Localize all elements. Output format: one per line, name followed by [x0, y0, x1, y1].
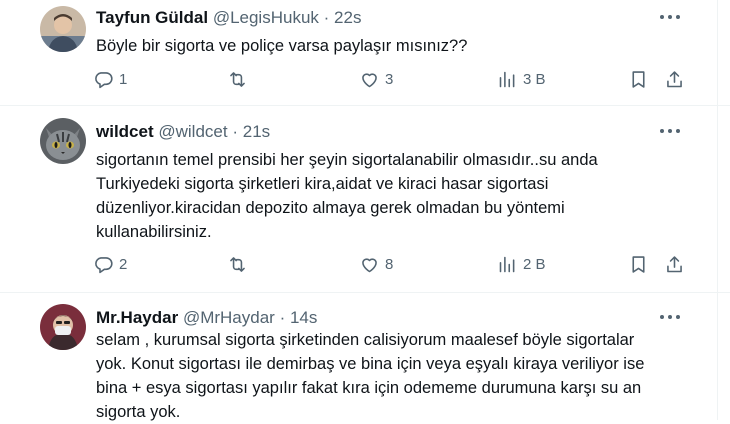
views-icon — [499, 256, 515, 273]
text-line: selam , kurumsal sigorta şirketinden cal… — [96, 331, 635, 349]
more-icon[interactable] — [660, 129, 682, 135]
share-icon — [667, 71, 682, 88]
reply-button[interactable]: 2 — [93, 254, 127, 275]
text-line: yok. Konut sigortası ile demirbaş ve bin… — [96, 355, 645, 373]
views-button[interactable]: 2 B — [497, 254, 546, 275]
retweet-icon — [230, 72, 245, 87]
share-icon — [667, 256, 682, 273]
like-button[interactable]: 3 — [359, 69, 393, 90]
avatar[interactable] — [40, 118, 86, 164]
views-count: 2 B — [523, 256, 546, 273]
bookmark-button[interactable] — [628, 69, 649, 90]
user-handle[interactable]: @MrHaydar — [183, 308, 275, 327]
retweet-button[interactable] — [227, 69, 253, 90]
more-icon[interactable] — [660, 15, 682, 21]
tweet-header: wildcet @wildcet · 21s — [96, 122, 270, 142]
tweet-header: Mr.Haydar @MrHaydar · 14s — [96, 308, 317, 328]
separator-dot: · — [232, 122, 238, 141]
text-line: sigortanın temel prensibi her şeyin sigo… — [96, 151, 598, 169]
views-icon — [499, 71, 515, 88]
avatar[interactable] — [40, 304, 86, 350]
tweet-text: Böyle bir sigorta ve poliçe varsa paylaş… — [96, 37, 468, 55]
tweet[interactable]: Mr.Haydar @MrHaydar · 14s selam , kurums… — [0, 293, 730, 421]
tweet-header: Tayfun Güldal @LegisHukuk · 22s — [96, 8, 361, 28]
text-line: kullanabilirsiniz. — [96, 223, 212, 241]
reply-count: 2 — [119, 256, 128, 273]
text-line: düzenliyor.kiracidan depozito almaya ger… — [96, 199, 565, 217]
tweet[interactable]: wildcet @wildcet · 21s sigortanın temel … — [0, 106, 730, 292]
text-line: sigorta yok. — [96, 403, 181, 421]
tweet-text: sigortanın temel prensibi her şeyin sigo… — [96, 148, 706, 244]
reply-icon — [95, 257, 113, 274]
timestamp[interactable]: 14s — [290, 308, 317, 327]
like-button[interactable]: 8 — [359, 254, 393, 275]
display-name[interactable]: wildcet — [96, 122, 154, 141]
separator-dot: · — [279, 308, 286, 327]
tweet-actions: 2 8 2 B — [93, 254, 693, 278]
tweet-actions: 1 3 3 B — [93, 69, 693, 93]
retweet-icon — [230, 257, 245, 272]
tweet-text: selam , kurumsal sigorta şirketinden cal… — [96, 328, 706, 424]
views-button[interactable]: 3 B — [497, 69, 546, 90]
tweet[interactable]: Tayfun Güldal @LegisHukuk · 22s Böyle bi… — [0, 0, 730, 105]
user-handle[interactable]: @LegisHukuk — [213, 8, 319, 27]
share-button[interactable] — [664, 254, 685, 275]
views-count: 3 B — [523, 71, 546, 88]
text-line: bina + esya sigortası yapılır fakat kıra… — [96, 379, 642, 397]
avatar[interactable] — [40, 6, 86, 52]
reply-thread: Tayfun Güldal @LegisHukuk · 22s Böyle bi… — [0, 0, 730, 421]
text-line: Turkiyedeki sigorta şirketleri kira,aida… — [96, 175, 549, 193]
column-border — [717, 0, 718, 420]
timestamp[interactable]: 22s — [334, 8, 361, 27]
more-icon[interactable] — [660, 315, 682, 321]
reply-count: 1 — [119, 71, 128, 88]
timestamp[interactable]: 21s — [243, 122, 270, 141]
user-handle[interactable]: @wildcet — [158, 122, 227, 141]
reply-icon — [95, 72, 113, 89]
display-name[interactable]: Mr.Haydar — [96, 308, 178, 327]
like-icon — [362, 258, 377, 273]
like-icon — [362, 73, 377, 88]
bookmark-icon — [632, 256, 645, 273]
share-button[interactable] — [664, 69, 685, 90]
reply-button[interactable]: 1 — [93, 69, 127, 90]
like-count: 8 — [385, 256, 394, 273]
like-count: 3 — [385, 71, 394, 88]
display-name[interactable]: Tayfun Güldal — [96, 8, 208, 27]
retweet-button[interactable] — [227, 254, 253, 275]
bookmark-button[interactable] — [628, 254, 649, 275]
separator-dot: · — [323, 8, 330, 27]
bookmark-icon — [632, 71, 645, 88]
